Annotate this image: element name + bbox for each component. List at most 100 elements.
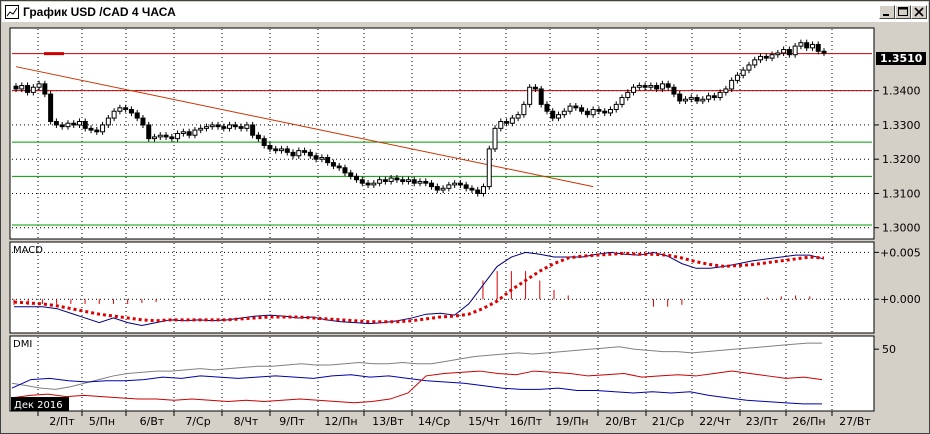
candle-body bbox=[775, 52, 781, 56]
candle-body bbox=[48, 93, 54, 123]
candle-body bbox=[781, 49, 787, 54]
candle-body bbox=[423, 180, 429, 184]
candle-body bbox=[215, 124, 221, 128]
candle-body bbox=[434, 186, 440, 191]
candle-body bbox=[677, 93, 683, 102]
candle-body bbox=[429, 182, 435, 188]
candle-body bbox=[65, 122, 71, 128]
candle-body bbox=[163, 134, 169, 138]
candle-body bbox=[134, 112, 140, 119]
candle-body bbox=[769, 54, 775, 59]
candle-body bbox=[284, 148, 290, 153]
candle-body bbox=[694, 97, 700, 102]
candle-body bbox=[786, 49, 792, 56]
candle-body bbox=[815, 43, 821, 52]
candle-body bbox=[371, 182, 377, 186]
candle-body bbox=[446, 184, 452, 189]
candle-body bbox=[688, 97, 694, 100]
candle-body bbox=[76, 121, 82, 126]
candle-body bbox=[619, 97, 625, 105]
candle-body bbox=[209, 124, 215, 128]
candle-body bbox=[804, 42, 810, 49]
candle-body bbox=[682, 98, 688, 102]
candle-body bbox=[175, 133, 181, 140]
candle-body bbox=[659, 83, 665, 90]
candle-body bbox=[734, 74, 740, 81]
time-tick-label: 6/Вт bbox=[140, 415, 165, 428]
candle-body bbox=[146, 124, 152, 140]
candle-body bbox=[123, 107, 129, 111]
candle-body bbox=[198, 127, 204, 131]
candle-body bbox=[13, 85, 19, 90]
candle-body bbox=[504, 121, 510, 124]
candle-body bbox=[336, 165, 342, 169]
time-tick-label: 13/Вт bbox=[372, 415, 404, 428]
time-tick-label: 22/Чт bbox=[699, 415, 731, 428]
candle-body bbox=[596, 109, 602, 112]
candle-body bbox=[359, 179, 365, 184]
candle-body bbox=[157, 134, 163, 138]
time-tick-label: 27/Вт bbox=[839, 415, 871, 428]
current-price-label: 1.3510 bbox=[880, 52, 923, 65]
time-tick-label: 20/Вт bbox=[605, 415, 637, 428]
candle-body bbox=[71, 122, 77, 126]
time-tick-label: 2/Пт bbox=[49, 415, 75, 428]
candle-body bbox=[36, 83, 42, 88]
chart-area: 1.3400 1.3300 1.3200 1.3100 1.3000 +0.005 +0.0… bbox=[9, 27, 926, 428]
candle-body bbox=[255, 134, 261, 140]
candle-body bbox=[579, 107, 585, 112]
candle-body bbox=[700, 98, 706, 102]
candle-body bbox=[388, 177, 394, 182]
candle-body bbox=[717, 91, 723, 99]
candle-body bbox=[88, 127, 94, 131]
candle-body bbox=[411, 179, 417, 184]
candle-body bbox=[440, 187, 446, 191]
candle-body bbox=[758, 55, 764, 61]
candle-body bbox=[186, 131, 192, 136]
candle-body bbox=[238, 126, 244, 129]
candle-body bbox=[671, 86, 677, 95]
macd-tick-label: +0.000 bbox=[880, 293, 921, 306]
candle-body bbox=[631, 86, 637, 93]
candle-body bbox=[30, 86, 36, 93]
candle-body bbox=[561, 110, 567, 116]
price-panel[interactable] bbox=[9, 27, 875, 240]
candle-body bbox=[348, 172, 354, 177]
candle-body bbox=[723, 88, 729, 93]
candle-body bbox=[342, 167, 348, 174]
candle-body bbox=[25, 85, 31, 93]
dmi-label: DMI bbox=[13, 339, 32, 350]
candle-body bbox=[203, 126, 209, 129]
candle-body bbox=[330, 162, 336, 167]
time-tick-label: 19/Пн bbox=[555, 415, 588, 428]
candle-body bbox=[550, 110, 556, 119]
macd-tick-label: +0.005 bbox=[880, 246, 921, 259]
candle-body bbox=[729, 79, 735, 90]
candle-body bbox=[417, 180, 423, 184]
candle-body bbox=[538, 88, 544, 105]
candle-body bbox=[117, 107, 123, 112]
candle-body bbox=[809, 43, 815, 49]
candle-body bbox=[296, 150, 302, 157]
candle-body bbox=[654, 85, 660, 90]
candle-body bbox=[59, 124, 65, 128]
time-tick-label: 15/Чт bbox=[468, 415, 500, 428]
candle-body bbox=[227, 124, 233, 129]
candle-body bbox=[740, 69, 746, 76]
candle-body bbox=[486, 148, 492, 188]
candle-body bbox=[94, 129, 100, 133]
candle-body bbox=[221, 126, 227, 129]
candle-body bbox=[313, 155, 319, 160]
candle-body bbox=[377, 179, 383, 184]
candle-body bbox=[325, 156, 331, 164]
time-tick-label: 12/Пн bbox=[324, 415, 357, 428]
candle-body bbox=[400, 179, 406, 182]
candle-body bbox=[128, 109, 134, 114]
month-label: Дек 2016 bbox=[14, 400, 63, 411]
price-tick-label: 1.3300 bbox=[882, 119, 921, 132]
candle-body bbox=[746, 64, 752, 71]
candle-body bbox=[463, 184, 469, 189]
time-tick-label: 7/Ср bbox=[185, 415, 210, 428]
candle-body bbox=[532, 86, 538, 90]
time-tick-label: 21/Ср bbox=[652, 415, 684, 428]
